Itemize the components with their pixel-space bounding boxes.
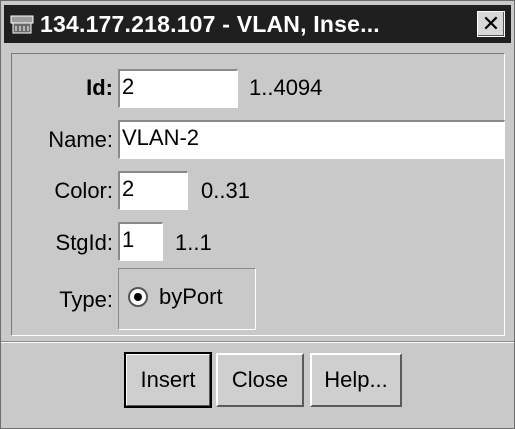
type-byport-radio[interactable] [128,287,148,307]
close-window-button[interactable]: ✕ [477,11,505,37]
type-radio-group: byPort [118,268,256,330]
color-range: 0..31 [201,178,250,203]
window-title: 134.177.218.107 - VLAN, Inse... [40,11,380,37]
stgid-label: StgId: [55,230,113,255]
close-button[interactable]: Close [216,353,304,407]
vlan-insert-dialog: 134.177.218.107 - VLAN, Inse... ✕ Id: 2 … [0,0,515,429]
type-label: Type: [59,287,113,312]
id-range: 1..4094 [249,75,323,100]
color-label: Color: [54,178,113,203]
id-label: Id: [86,75,113,100]
insert-button[interactable]: Insert [124,352,212,408]
separator [1,341,514,343]
close-icon: ✕ [481,11,501,36]
radio-selected-dot [134,293,142,301]
name-label: Name: [48,127,113,152]
name-field[interactable]: VLAN-2 [118,120,505,159]
type-byport-label[interactable]: byPort [159,282,223,312]
help-button[interactable]: Help... [310,353,402,407]
stgid-field[interactable]: 1 [118,222,163,261]
id-field[interactable]: 2 [118,69,238,108]
network-device-icon [10,13,34,35]
title-bar[interactable]: 134.177.218.107 - VLAN, Inse... ✕ [4,5,511,43]
stgid-range: 1..1 [175,230,212,255]
color-field[interactable]: 2 [118,171,188,210]
